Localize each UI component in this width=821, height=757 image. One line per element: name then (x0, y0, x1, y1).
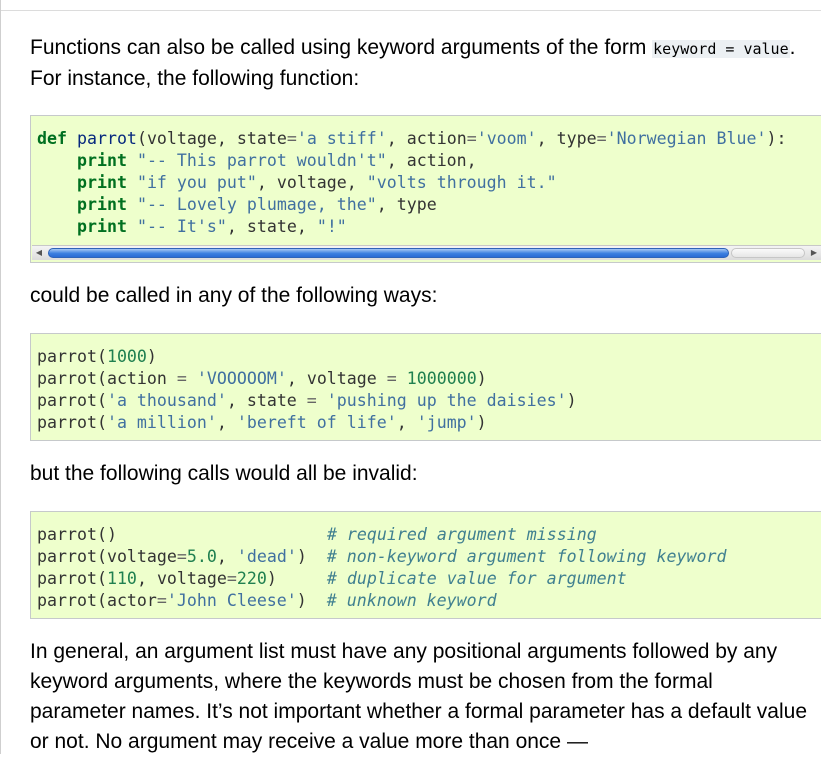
invalid-calls-paragraph: but the following calls would all be inv… (30, 462, 418, 485)
code-line: def parrot(voltage, state='a stiff', act… (37, 129, 787, 148)
code-line: print "-- It's", state, "!" (77, 217, 347, 236)
code-line: parrot(voltage=5.0, 'dead') # non-keywor… (37, 547, 727, 566)
could-be-called-paragraph: could be called in any of the following … (30, 284, 438, 307)
scroll-left-arrow-icon[interactable]: ◀ (32, 246, 46, 260)
code-line: parrot('a million', 'bereft of life', 'j… (37, 413, 487, 432)
inline-code-keyword-value: keyword = value (652, 40, 790, 58)
intro-paragraph: Functions can also be called using keywo… (30, 33, 807, 94)
code-block-valid-calls: parrot(1000) parrot(action = 'VOOOOOM', … (30, 333, 821, 441)
code-line: parrot(1000) (37, 347, 157, 366)
scroll-right-arrow-icon[interactable]: ▶ (807, 246, 821, 260)
code-line: parrot() # required argument missing (37, 525, 597, 544)
scrollbar-thumb[interactable] (48, 248, 729, 258)
heading-underline (1, 10, 821, 11)
code-invalid-calls: parrot() # required argument missing par… (31, 512, 821, 612)
code-line: parrot(actor='John Cleese') # unknown ke… (37, 591, 497, 610)
code-line: parrot('a thousand', state = 'pushing up… (37, 391, 577, 410)
code-line: print "if you put", voltage, "volts thro… (77, 173, 557, 192)
horizontal-scrollbar[interactable]: ◀ ▶ (32, 245, 821, 260)
code-valid-calls: parrot(1000) parrot(action = 'VOOOOOM', … (31, 334, 821, 434)
code-line: print "-- Lovely plumage, the", type (77, 195, 437, 214)
scrollbar-track-end[interactable] (731, 248, 805, 258)
code-line: print "-- This parrot wouldn't", action, (77, 151, 477, 170)
code-block-invalid-calls: parrot() # required argument missing par… (30, 511, 821, 619)
code-line: parrot(110, voltage=220) # duplicate val… (37, 569, 627, 588)
code-block-function-def: def parrot(voltage, state='a stiff', act… (30, 115, 821, 263)
code-function-def: def parrot(voltage, state='a stiff', act… (31, 116, 821, 238)
code-line: parrot(action = 'VOOOOOM', voltage = 100… (37, 369, 487, 388)
general-rule-paragraph: In general, an argument list must have a… (30, 640, 808, 753)
page-left-border (0, 0, 1, 754)
intro-text-before: Functions can also be called using keywo… (30, 36, 653, 59)
